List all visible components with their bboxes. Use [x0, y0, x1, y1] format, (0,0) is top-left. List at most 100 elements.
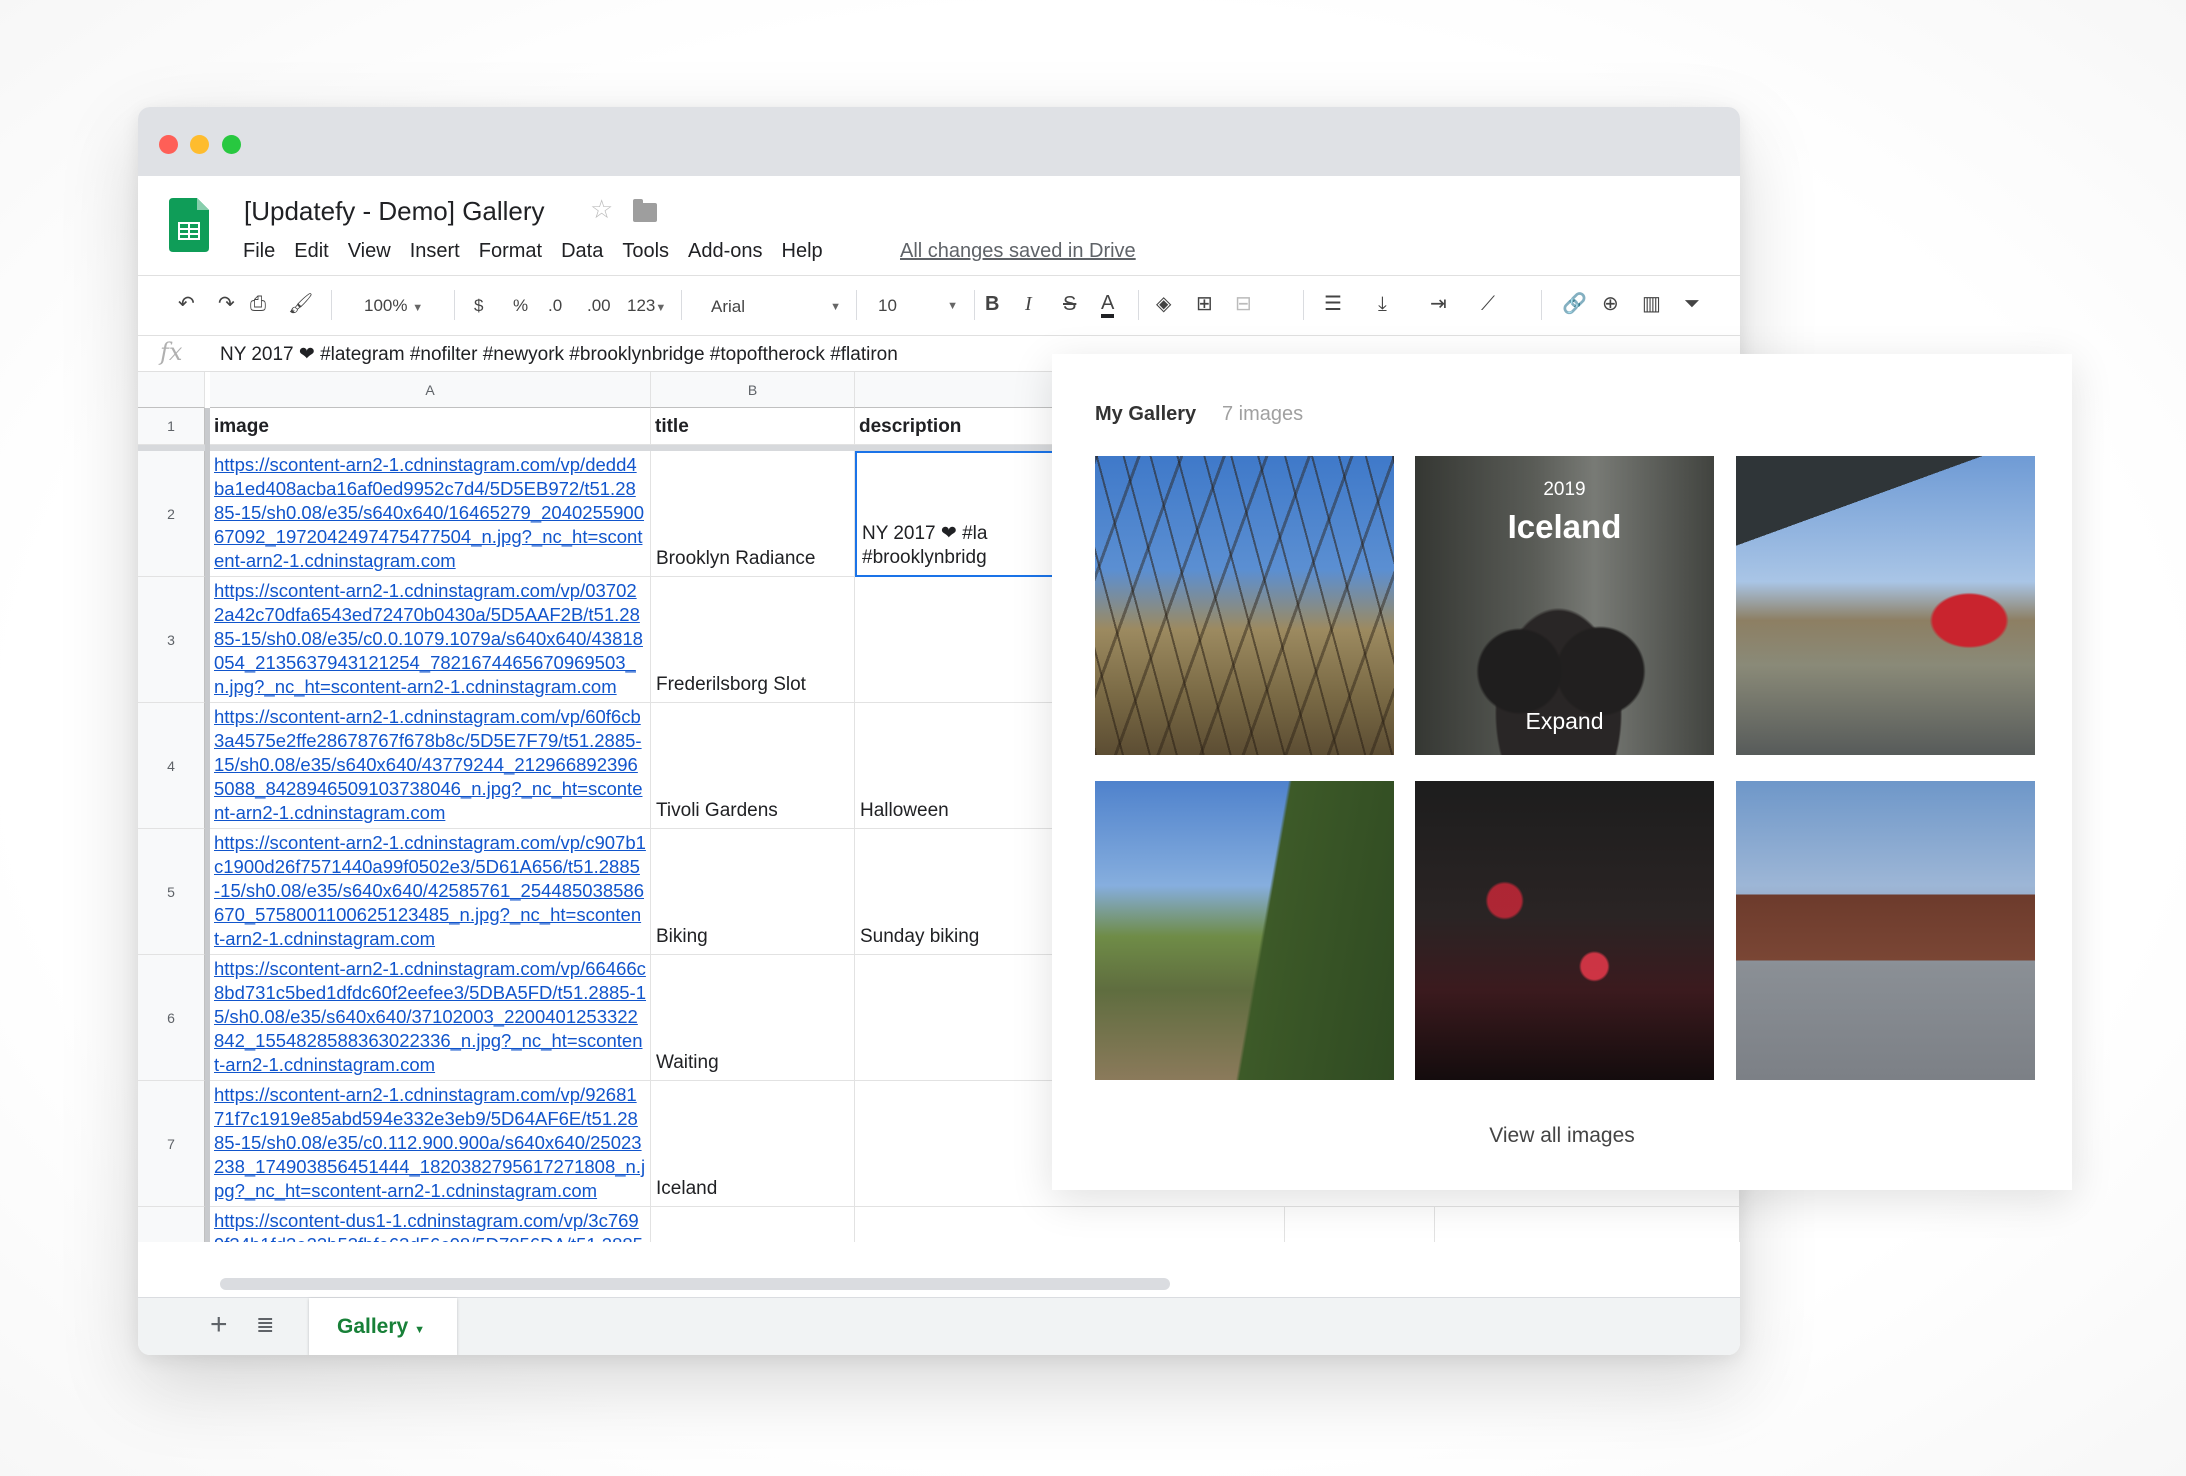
image-url-link[interactable]: https://scontent-arn2-1.cdninstagram.com… [214, 958, 646, 1075]
table-cell-title[interactable]: Castle [651, 1207, 855, 1242]
strikethrough-button[interactable]: S [1063, 292, 1076, 316]
filter-icon[interactable]: ⏷ [1684, 292, 1700, 316]
row-header[interactable]: 7 [138, 1081, 205, 1207]
fill-color-icon[interactable]: ◈ [1156, 292, 1171, 316]
close-window-button[interactable] [159, 135, 178, 154]
borders-icon[interactable]: ⊞ [1196, 292, 1213, 316]
gallery-thumbnail[interactable] [1415, 781, 1714, 1080]
image-url-link[interactable]: https://scontent-arn2-1.cdninstagram.com… [214, 832, 646, 949]
sheet-tab-gallery[interactable]: Gallery ▼ [309, 1298, 457, 1355]
table-cell-image[interactable]: https://scontent-arn2-1.cdninstagram.com… [210, 829, 651, 955]
expand-button[interactable]: Expand [1415, 708, 1714, 735]
menu-help[interactable]: Help [782, 240, 823, 263]
table-cell-image[interactable]: https://scontent-arn2-1.cdninstagram.com… [210, 451, 651, 577]
font-select[interactable]: Arial ▼ [711, 295, 841, 319]
menu-view[interactable]: View [348, 240, 391, 263]
vertical-align-icon[interactable]: ⤓ [1378, 292, 1387, 316]
italic-button[interactable]: I [1025, 292, 1032, 316]
select-all-corner[interactable] [138, 372, 205, 408]
gallery-thumbnail-featured[interactable]: 2019 Iceland Expand [1415, 456, 1714, 755]
document-title[interactable]: [Updatefy - Demo] Gallery [244, 196, 545, 227]
add-sheet-button[interactable]: + [210, 1308, 228, 1342]
table-cell-year[interactable]: 2018 [1285, 1207, 1435, 1242]
sheets-logo-icon[interactable] [169, 198, 209, 252]
column-header-a[interactable]: A [210, 372, 651, 408]
image-url-link[interactable]: https://scontent-arn2-1.cdninstagram.com… [214, 580, 643, 697]
increase-decimal-button[interactable]: .00 [587, 294, 611, 318]
currency-button[interactable]: $ [474, 294, 483, 318]
table-cell-image[interactable]: https://scontent-arn2-1.cdninstagram.com… [210, 703, 651, 829]
table-cell-location[interactable]: Luxembourg 🇱🇺 - TRAVE [1435, 1207, 1740, 1242]
row-header[interactable]: 6 [138, 955, 205, 1081]
frozen-column-divider[interactable] [205, 408, 210, 1242]
paint-format-icon[interactable]: 🖌 [288, 292, 313, 316]
view-all-images-link[interactable]: View all images [1052, 1124, 2072, 1148]
table-cell-title[interactable]: Brooklyn Radiance [651, 451, 855, 577]
menu-insert[interactable]: Insert [410, 240, 460, 263]
star-icon[interactable]: ☆ [590, 194, 613, 225]
image-url-link[interactable]: https://scontent-arn2-1.cdninstagram.com… [214, 706, 642, 823]
font-value: Arial [711, 297, 746, 316]
save-status-link[interactable]: All changes saved in Drive [900, 240, 1136, 263]
row-header[interactable]: 4 [138, 703, 205, 829]
menu-file[interactable]: File [243, 240, 275, 263]
zoom-select[interactable]: 100% ▼ [364, 294, 423, 320]
row-header[interactable]: 3 [138, 577, 205, 703]
table-cell-description[interactable]: Traveling around Luxemburg [855, 1207, 1285, 1242]
gallery-thumbnail[interactable] [1736, 781, 2035, 1080]
table-cell-title[interactable]: Frederilsborg Slot [651, 577, 855, 703]
horizontal-align-icon[interactable]: ☰ [1324, 292, 1342, 316]
table-cell-image[interactable]: https://scontent-dus1-1.cdninstagram.com… [210, 1207, 651, 1242]
menu-edit[interactable]: Edit [294, 240, 328, 263]
all-sheets-icon[interactable]: ≣ [256, 1312, 274, 1338]
header-cell-title[interactable]: title [651, 408, 855, 445]
table-cell-title[interactable]: Tivoli Gardens [651, 703, 855, 829]
redo-icon[interactable]: ↷ [218, 292, 235, 316]
comment-icon[interactable]: ⊕ [1602, 292, 1619, 316]
table-cell-title[interactable]: Biking [651, 829, 855, 955]
chevron-down-icon: ▼ [412, 302, 424, 314]
gallery-thumbnail[interactable] [1095, 781, 1394, 1080]
stage: [Updatefy - Demo] Gallery ☆ File Edit Vi… [0, 0, 2186, 1476]
text-rotation-icon[interactable]: ⟋ [1481, 292, 1495, 316]
header-cell-image[interactable]: image [210, 408, 651, 445]
menu-format[interactable]: Format [479, 240, 542, 263]
gallery-thumbnail[interactable] [1736, 456, 2035, 755]
gallery-thumbnail[interactable] [1095, 456, 1394, 755]
chevron-down-icon[interactable]: ▼ [414, 1324, 425, 1336]
row-header[interactable]: 8 [138, 1207, 205, 1242]
image-url-link[interactable]: https://scontent-arn2-1.cdninstagram.com… [214, 1084, 645, 1201]
more-formats-select[interactable]: 123▼ [627, 294, 666, 320]
percent-button[interactable]: % [513, 294, 528, 318]
formula-input[interactable]: NY 2017 ❤ #lategram #nofilter #newyork #… [220, 343, 898, 366]
print-icon[interactable]: ⎙ [250, 292, 266, 316]
menu-addons[interactable]: Add-ons [688, 240, 763, 263]
row-header[interactable]: 5 [138, 829, 205, 955]
image-url-link[interactable]: https://scontent-dus1-1.cdninstagram.com… [214, 1210, 643, 1242]
text-color-button[interactable]: A [1101, 292, 1115, 318]
table-cell-image[interactable]: https://scontent-arn2-1.cdninstagram.com… [210, 955, 651, 1081]
title-text: Waiting [656, 1052, 719, 1073]
table-cell-title[interactable]: Waiting [651, 955, 855, 1081]
text-wrap-icon[interactable]: ⇥ [1430, 292, 1447, 316]
menu-tools[interactable]: Tools [622, 240, 669, 263]
folder-icon[interactable] [633, 199, 657, 222]
table-cell-title[interactable]: Iceland [651, 1081, 855, 1207]
undo-icon[interactable]: ↶ [178, 292, 195, 316]
minimize-window-button[interactable] [190, 135, 209, 154]
table-cell-image[interactable]: https://scontent-arn2-1.cdninstagram.com… [210, 577, 651, 703]
merge-cells-icon[interactable]: ⊟ [1235, 292, 1252, 316]
image-url-link[interactable]: https://scontent-arn2-1.cdninstagram.com… [214, 454, 644, 571]
column-header-b[interactable]: B [651, 372, 855, 408]
bold-button[interactable]: B [985, 292, 999, 316]
row-header[interactable]: 2 [138, 451, 205, 577]
font-size-select[interactable]: 10 ▼ [878, 294, 958, 318]
decrease-decimal-button[interactable]: .0 [548, 294, 562, 318]
chart-icon[interactable]: ▥ [1642, 292, 1661, 316]
maximize-window-button[interactable] [222, 135, 241, 154]
row-header[interactable]: 1 [138, 408, 205, 445]
table-cell-image[interactable]: https://scontent-arn2-1.cdninstagram.com… [210, 1081, 651, 1207]
link-icon[interactable]: 🔗 [1562, 292, 1587, 316]
horizontal-scrollbar[interactable] [220, 1278, 1170, 1290]
menu-data[interactable]: Data [561, 240, 603, 263]
